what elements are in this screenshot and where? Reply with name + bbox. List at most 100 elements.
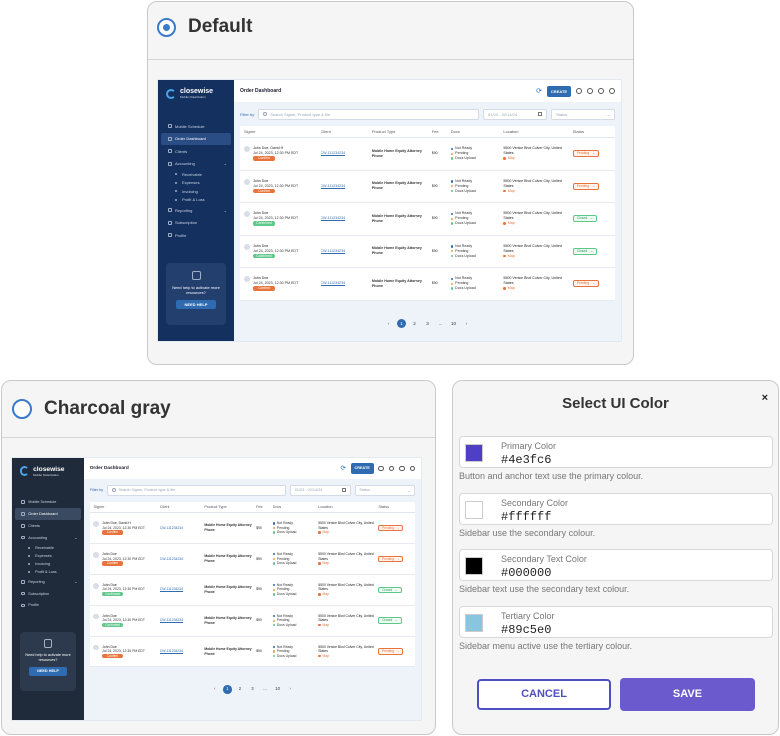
map-link[interactable]: Map <box>503 286 572 291</box>
confirm-badge[interactable]: Confirm <box>253 188 275 194</box>
page-10[interactable]: 10 <box>273 685 282 694</box>
prev-page-icon[interactable]: ‹ <box>211 685 220 694</box>
page-10[interactable]: 10 <box>449 319 458 328</box>
client-link[interactable]: CW-111234234 <box>321 184 372 189</box>
map-link[interactable]: Map <box>318 592 378 597</box>
confirm-badge[interactable]: Confirmed <box>253 221 275 226</box>
settings-icon[interactable] <box>378 465 384 472</box>
status-dropdown[interactable]: Pending ⌄ <box>378 555 404 563</box>
need-help-button[interactable]: NEED HELP <box>176 300 216 310</box>
map-link[interactable]: Map <box>503 254 572 259</box>
sidebar-item-invoicing[interactable]: Invoicing <box>15 560 81 568</box>
sidebar-item-profit-loss[interactable]: Profit & Loss <box>161 196 231 205</box>
map-link[interactable]: Map <box>318 530 378 535</box>
theme-card-default[interactable]: Default closewise Mobile Notarization Mobi… <box>147 1 634 365</box>
table-row[interactable]: John Doe, David H Jul 24, 2023, 12:30 PM … <box>89 513 416 544</box>
map-link[interactable]: Map <box>503 189 572 194</box>
map-link[interactable]: Map <box>318 561 378 566</box>
theme-radio-charcoal-gray[interactable] <box>12 399 32 419</box>
sidebar-item-profit-loss[interactable]: Profit & Loss <box>15 568 81 576</box>
table-row[interactable]: John Doe Jul 24, 2023, 12:30 PM EDT Confir… <box>89 637 416 668</box>
color-value[interactable]: #ffffff <box>501 510 551 524</box>
sidebar-item-subscription[interactable]: Subscription <box>15 588 81 600</box>
map-link[interactable]: Map <box>503 221 572 226</box>
close-icon[interactable]: × <box>762 392 768 404</box>
power-icon[interactable] <box>609 88 615 94</box>
confirm-badge[interactable]: Confirm <box>102 561 124 566</box>
power-icon[interactable] <box>409 465 416 472</box>
next-page-icon[interactable]: › <box>286 685 295 694</box>
prev-page-icon[interactable]: ‹ <box>384 319 393 328</box>
sidebar-item-expenses[interactable]: Expenses <box>161 179 231 188</box>
client-link[interactable]: CW-111234234 <box>160 587 205 592</box>
color-field-primary-color[interactable]: Primary Color #4e3fc6 <box>459 436 773 468</box>
sidebar-item-reporting[interactable]: Reporting ⌄ <box>15 576 81 588</box>
confirm-badge[interactable]: Confirm <box>253 286 275 291</box>
filter-by-label[interactable]: Filter by <box>90 488 104 492</box>
status-dropdown[interactable]: Pending ⌄ <box>378 524 404 532</box>
status-dropdown[interactable]: Closed ⌄ <box>572 247 598 255</box>
cancel-button[interactable]: CANCEL <box>477 679 611 710</box>
theme-card-charcoal-gray[interactable]: Charcoal gray closewise Mobile Notarizati… <box>1 380 436 735</box>
client-link[interactable]: CW-111234234 <box>321 216 372 221</box>
page-2[interactable]: 2 <box>410 319 419 328</box>
confirm-badge[interactable]: Confirmed <box>253 253 275 259</box>
page-ellipsisellipsisellipsis[interactable]: ... <box>261 685 270 694</box>
color-field-secondary-color[interactable]: Secondary Color #ffffff <box>459 492 773 525</box>
refresh-icon[interactable]: ⟳ <box>536 87 542 95</box>
refresh-icon[interactable]: ⟳ <box>340 464 346 472</box>
sidebar-item-profile[interactable]: Profile <box>15 600 81 612</box>
table-row[interactable]: John Doe Jul 24, 2023, 12:30 PM EDT Confir… <box>240 268 615 301</box>
color-value[interactable]: #000000 <box>501 566 551 580</box>
sidebar-item-mobile-schedule[interactable]: Mobile Schedule <box>15 496 81 508</box>
client-link[interactable]: CW-111234234 <box>321 151 372 156</box>
settings-icon[interactable] <box>576 88 582 94</box>
color-field-secondary-text-color[interactable]: Secondary Text Color #000000 <box>459 549 773 581</box>
color-value[interactable]: #89c5e0 <box>501 623 551 637</box>
sidebar-item-receivable[interactable]: Receivable <box>161 170 231 179</box>
table-row[interactable]: John Doe Jul 24, 2023, 12:30 PM EDT Confir… <box>89 606 416 637</box>
create-button[interactable]: CREATE <box>350 463 374 474</box>
page-1[interactable]: 1 <box>397 319 406 328</box>
status-select[interactable]: Status ⌄ <box>354 485 416 496</box>
map-link[interactable]: Map <box>318 623 378 628</box>
client-link[interactable]: CW-111234234 <box>160 557 205 562</box>
confirm-badge[interactable]: Confirm <box>102 530 124 535</box>
sidebar-item-order-dashboard[interactable]: Order Dashboard <box>14 507 82 520</box>
status-dropdown[interactable]: Pending ⌄ <box>572 280 599 288</box>
page-ellipsisellipsisellipsis[interactable]: ... <box>436 319 445 328</box>
sidebar-item-receivable[interactable]: Receivable <box>15 544 81 552</box>
sidebar-item-accounting[interactable]: Accounting ⌄ <box>15 532 81 544</box>
client-link[interactable]: CW-111234234 <box>160 649 205 654</box>
notification-icon[interactable] <box>388 465 395 472</box>
date-range-input[interactable]: 01/23 - 02/14/24 <box>483 108 547 120</box>
search-input[interactable]: Search Signer, Product type & file <box>107 485 287 496</box>
color-swatch[interactable] <box>465 557 483 575</box>
help-icon[interactable] <box>598 88 604 94</box>
page-2[interactable]: 2 <box>236 685 245 694</box>
confirm-badge[interactable]: Confirm <box>102 653 124 659</box>
confirm-badge[interactable]: Confirmed <box>102 622 124 628</box>
notification-icon[interactable] <box>587 88 593 94</box>
color-swatch[interactable] <box>465 500 483 519</box>
status-dropdown[interactable]: Closed ⌄ <box>378 617 402 624</box>
color-field-tertiary-color[interactable]: Tertiary Color #89c5e0 <box>459 605 773 638</box>
need-help-button[interactable]: NEED HELP <box>29 667 67 676</box>
client-link[interactable]: CW-111234234 <box>321 281 372 286</box>
color-swatch[interactable] <box>465 444 483 462</box>
status-select[interactable]: Status ⌄ <box>551 108 615 120</box>
save-button[interactable]: SAVE <box>620 678 755 711</box>
status-dropdown[interactable]: Pending ⌄ <box>572 150 599 158</box>
table-row[interactable]: John Doe Jul 24, 2023, 12:30 PM EDT Confir… <box>89 544 416 575</box>
sidebar-item-clients[interactable]: Clients <box>161 145 231 158</box>
table-row[interactable]: John Doe, David H Jul 24, 2023, 12:30 PM … <box>240 138 615 171</box>
sidebar-item-profile[interactable]: Profile <box>161 229 231 242</box>
sidebar-item-subscription[interactable]: Subscription <box>161 217 231 230</box>
filter-by-label[interactable]: Filter by <box>240 112 254 117</box>
client-link[interactable]: CW-111234234 <box>160 618 205 623</box>
confirm-badge[interactable]: Confirmed <box>102 592 124 597</box>
page-3[interactable]: 3 <box>423 319 432 328</box>
next-page-icon[interactable]: › <box>462 319 471 328</box>
map-link[interactable]: Map <box>503 156 572 161</box>
confirm-badge[interactable]: Confirm <box>253 156 275 161</box>
